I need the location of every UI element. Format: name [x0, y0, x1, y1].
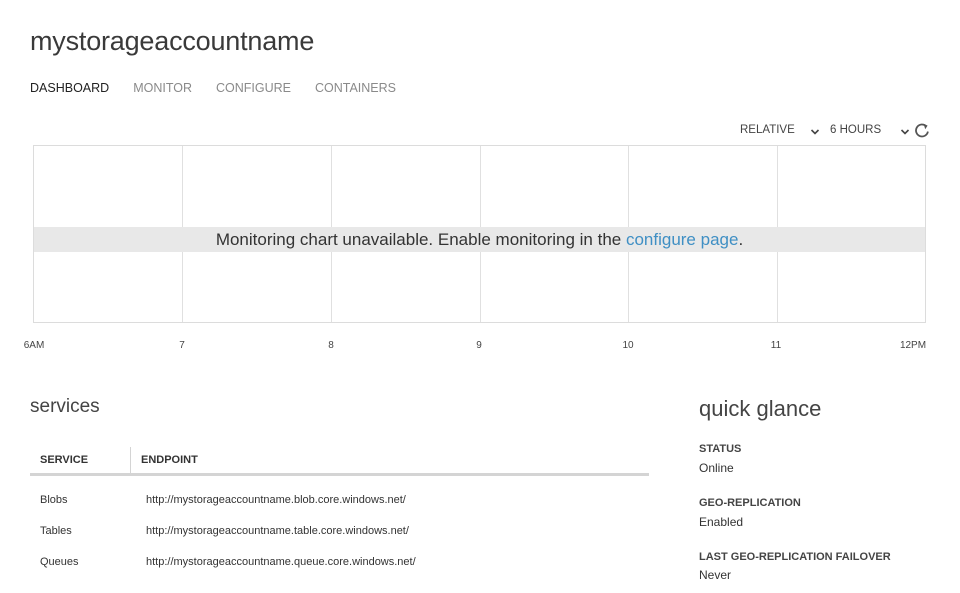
chart-controls: RELATIVE 6 HOURS [740, 122, 932, 142]
tab-containers[interactable]: CONTAINERS [315, 81, 396, 95]
service-endpoint: http://mystorageaccountname.table.core.w… [146, 525, 409, 537]
x-tick-label: 6AM [23, 340, 45, 351]
last-failover-label: LAST GEO-REPLICATION FAILOVER [699, 551, 891, 563]
service-name: Queues [40, 556, 79, 568]
column-header-service[interactable]: SERVICE [40, 454, 88, 466]
chevron-down-icon[interactable] [900, 124, 910, 142]
service-name: Tables [40, 525, 72, 537]
chart-unavailable-banner: Monitoring chart unavailable. Enable mon… [34, 227, 925, 252]
x-tick-label: 11 [770, 340, 782, 351]
monitoring-chart: Monitoring chart unavailable. Enable mon… [33, 145, 926, 323]
refresh-icon[interactable] [913, 122, 931, 145]
x-tick-label: 7 [179, 340, 185, 351]
x-tick-label: 12PM [899, 340, 927, 351]
tab-bar: DASHBOARD MONITOR CONFIGURE CONTAINERS [30, 81, 420, 95]
geo-replication-label: GEO-REPLICATION [699, 497, 801, 509]
chart-unavailable-message: Monitoring chart unavailable. Enable mon… [215, 230, 626, 249]
chevron-down-icon[interactable] [810, 124, 820, 142]
column-divider [130, 447, 131, 473]
table-row[interactable]: Queues http://mystorageaccountname.queue… [30, 556, 649, 576]
services-heading: services [30, 396, 100, 417]
configure-page-link[interactable]: configure page [626, 230, 738, 249]
time-mode-select[interactable]: RELATIVE [740, 124, 795, 136]
services-table: SERVICE ENDPOINT Blobs http://mystoragea… [30, 447, 649, 568]
time-range-select[interactable]: 6 HOURS [830, 124, 881, 136]
column-header-endpoint[interactable]: ENDPOINT [141, 454, 198, 466]
service-endpoint: http://mystorageaccountname.queue.core.w… [146, 556, 416, 568]
service-name: Blobs [40, 494, 68, 506]
status-value: Online [699, 461, 734, 475]
last-failover-value: Never [699, 568, 732, 582]
chart-unavailable-message-end: . [738, 230, 744, 249]
tab-configure[interactable]: CONFIGURE [216, 81, 291, 95]
table-header: SERVICE ENDPOINT [30, 447, 649, 476]
page-title: mystorageaccountname [30, 26, 315, 56]
x-tick-label: 10 [622, 340, 634, 351]
table-row[interactable]: Tables http://mystorageaccountname.table… [30, 525, 649, 545]
status-label: STATUS [699, 443, 742, 455]
x-tick-label: 9 [476, 340, 482, 351]
x-tick-label: 8 [328, 340, 334, 351]
table-row[interactable]: Blobs http://mystorageaccountname.blob.c… [30, 494, 649, 514]
service-endpoint: http://mystorageaccountname.blob.core.wi… [146, 494, 406, 506]
geo-replication-value: Enabled [699, 515, 744, 529]
x-axis-ticks: 6AM 7 8 9 10 11 12PM [0, 340, 960, 354]
tab-dashboard[interactable]: DASHBOARD [30, 81, 109, 95]
tab-monitor[interactable]: MONITOR [133, 81, 192, 95]
quick-glance-heading: quick glance [699, 396, 822, 421]
